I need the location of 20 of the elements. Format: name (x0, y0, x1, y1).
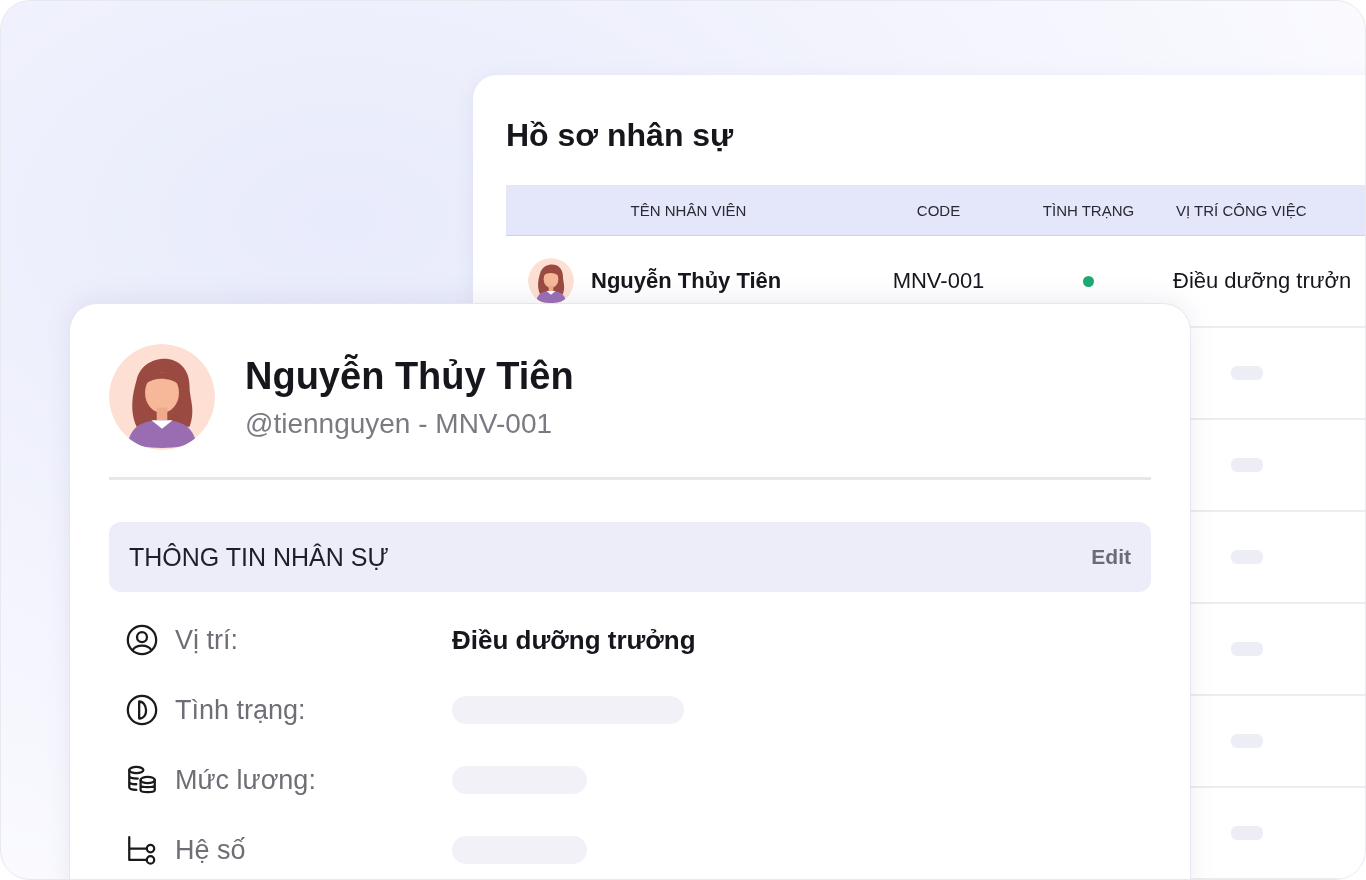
panel-title: Hồ sơ nhân sự (506, 116, 735, 155)
column-header[interactable]: VỊ TRÍ CÔNG VIỆC (1171, 201, 1307, 219)
column-header[interactable]: CODE (916, 201, 961, 219)
half-circle-icon (125, 693, 159, 727)
profile-name: Nguyễn Thủy Tiên (245, 354, 574, 398)
table-cell-text: Điều dưỡng trưởn (1172, 268, 1353, 294)
field-label: Vị trí: (175, 624, 238, 656)
column-header[interactable]: TÊN NHÂN VIÊN (630, 201, 747, 219)
field-label: Mức lương: (175, 764, 316, 796)
user-icon (125, 623, 159, 657)
employee-name: Nguyễn Thủy Tiên (591, 268, 782, 294)
column-header[interactable]: TÌNH TRẠNG (1042, 201, 1135, 219)
avatar-icon (109, 344, 215, 450)
field-value: Điều dưỡng trưởng (452, 624, 696, 656)
field-label: Hệ số (175, 834, 246, 866)
section-title: THÔNG TIN NHÂN SỰ (129, 542, 389, 572)
table-cell-text: MNV-001 (891, 268, 986, 294)
profile-handle: @tiennguyen - MNV-001 (245, 407, 554, 440)
edit-link[interactable]: Edit (1091, 545, 1131, 569)
field-label: Tình trạng: (175, 694, 306, 726)
